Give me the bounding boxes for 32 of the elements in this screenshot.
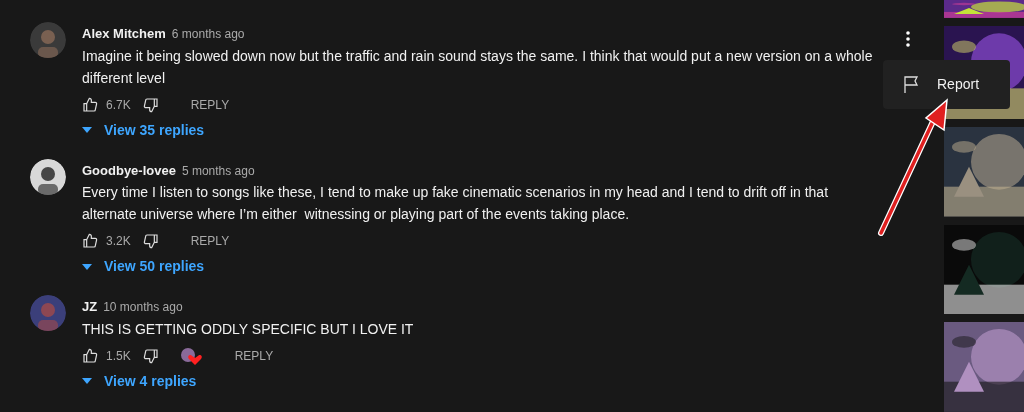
thumbs-up-icon[interactable] [82,233,98,249]
menu-item[interactable]: Report [883,74,1010,95]
thumbs-down-icon[interactable] [142,96,159,113]
thumbs-up-icon[interactable] [82,96,98,113]
thumbs-up-icon[interactable] [82,347,98,364]
reply-button[interactable]: REPLY [182,228,238,254]
comment-time[interactable]: 10 months ago [103,298,183,316]
more-options-icon[interactable] [906,31,910,47]
thumbs-down-icon[interactable] [142,233,159,249]
reply-button[interactable]: REPLY [226,342,282,369]
comment-text: THIS IS GETTING ODDLY SPECIFIC BUT I LOVE IT [82,319,415,339]
view-replies-button[interactable]: View 50 replies [82,254,205,279]
comment-time[interactable]: 5 months ago [181,161,255,180]
avatar[interactable] [30,158,66,195]
flag-icon [903,75,921,94]
view-replies-button[interactable]: View 35 replies [82,117,205,143]
creator-heart-icon[interactable] [178,345,203,366]
like-count: 6.7K [106,96,131,114]
caret-icon [82,263,92,270]
view-replies-button[interactable]: View 4 replies [82,368,197,394]
like-count: 1.5K [106,347,131,365]
caret-icon [82,378,92,384]
reply-button[interactable]: REPLY [182,91,238,118]
like-count: 3.2K [106,233,131,250]
comment-author[interactable]: JZ [82,297,98,317]
comment-time[interactable]: 6 months ago [171,25,245,43]
comment-author[interactable]: Alex Mitchem [82,24,166,44]
comment-text: Every time I listen to songs like these, I tend to make up fake cinematic scenarios in my head and I tend to drift off in that alternate universe where I’m either witnessing or playing part of the events taking place. [82,183,830,224]
comment-text: Imagine it being slowed down now but the traffic and rain sound stays the same. I think that would put a new version on a whole different level [82,46,874,88]
comment-author[interactable]: Goodbye-lovee [82,160,176,180]
caret-icon [82,127,92,133]
thumbs-down-icon[interactable] [142,347,159,364]
